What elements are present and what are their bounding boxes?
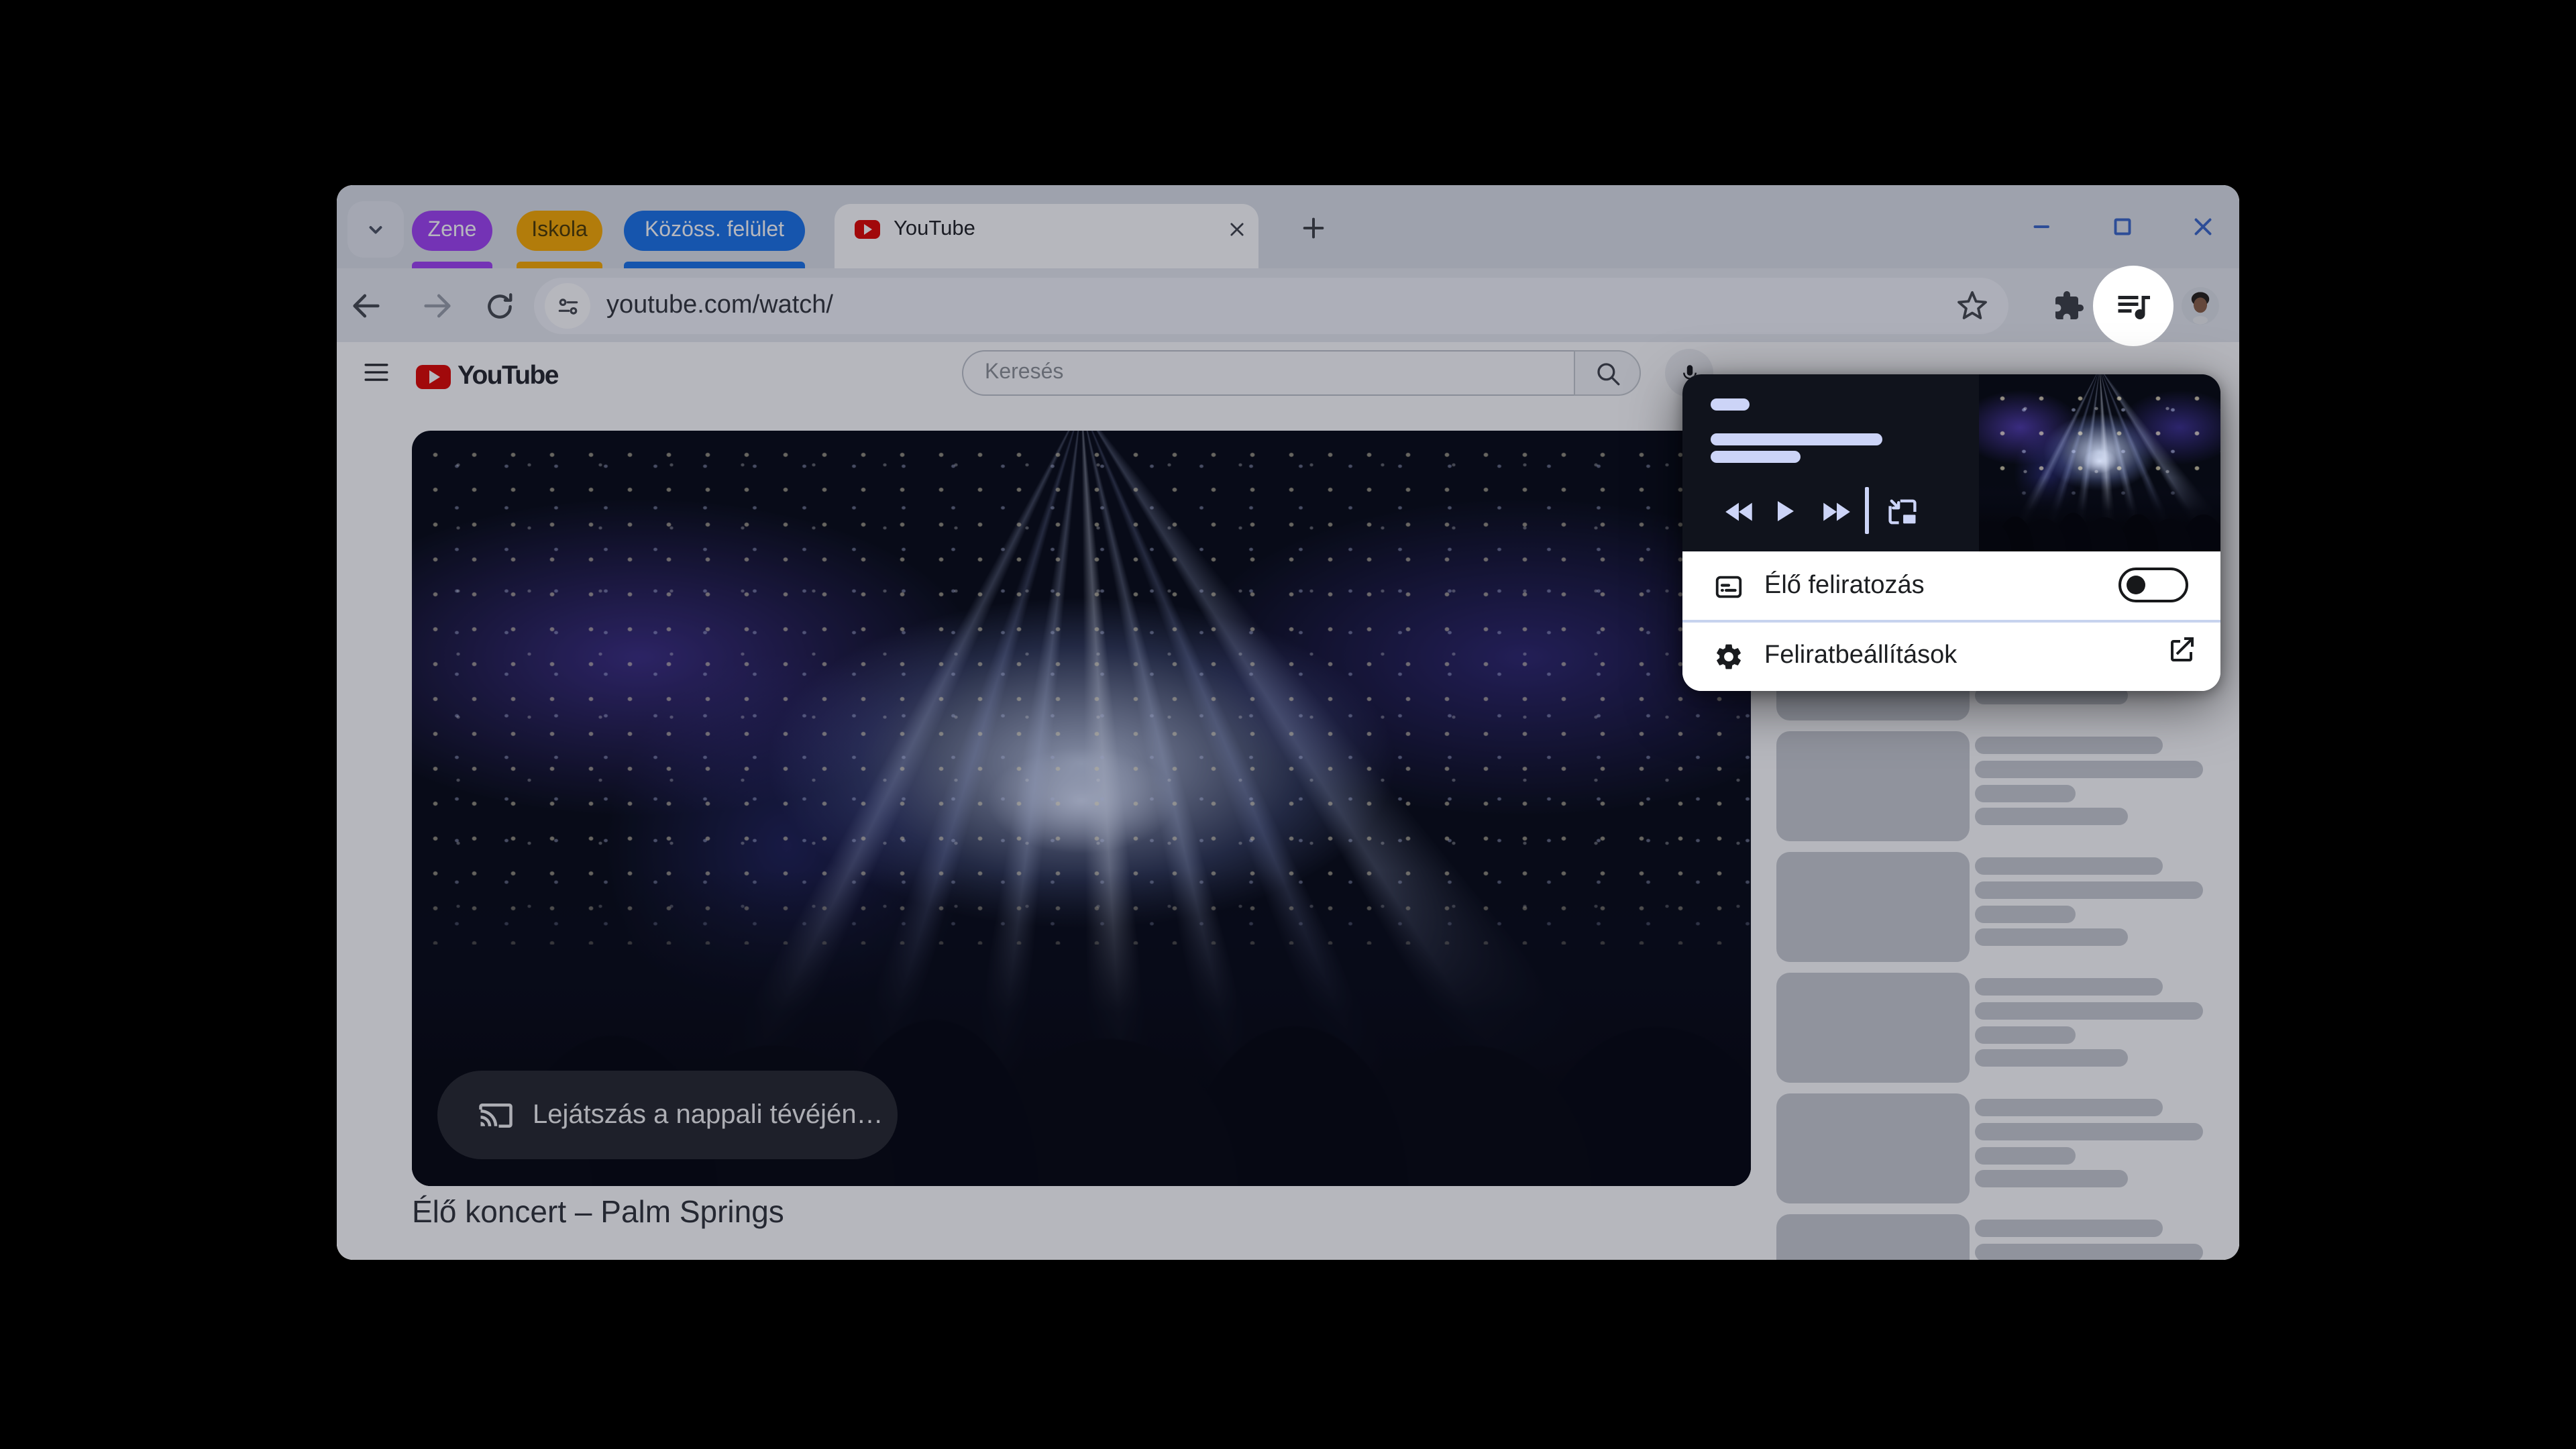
controls-divider [1865, 487, 1868, 534]
live-caption-label: Élő feliratozás [1764, 571, 1925, 600]
live-caption-icon [1713, 571, 1743, 600]
media-text-placeholder [1711, 433, 1882, 445]
media-controls-popup: Élő feliratozás Feliratbeállítások [1682, 374, 2220, 691]
media-text-placeholder [1711, 451, 1801, 463]
live-caption-toggle[interactable] [2118, 568, 2188, 602]
previous-track-button[interactable] [1721, 494, 1756, 529]
stage: Zene Iskola Közöss. felület YouTube [0, 0, 2576, 1449]
media-controls-button[interactable] [2093, 266, 2174, 346]
playlist-music-icon [2113, 286, 2153, 326]
next-track-button[interactable] [1818, 494, 1853, 529]
toggle-knob [2127, 575, 2145, 594]
caption-settings-label: Feliratbeállítások [1764, 641, 1957, 671]
browser-window: Zene Iskola Közöss. felület YouTube [337, 185, 2239, 1260]
dim-overlay [337, 185, 2239, 1260]
media-session-panel [1682, 374, 2220, 551]
play-button[interactable] [1767, 494, 1802, 529]
media-title-placeholder [1711, 398, 1750, 411]
gear-icon [1713, 641, 1743, 671]
caption-settings-row[interactable]: Feliratbeállítások [1682, 622, 2220, 690]
picture-in-picture-button[interactable] [1885, 494, 1920, 529]
open-in-new-icon[interactable] [2165, 633, 2198, 665]
media-artwork-thumbnail [1979, 374, 2220, 551]
